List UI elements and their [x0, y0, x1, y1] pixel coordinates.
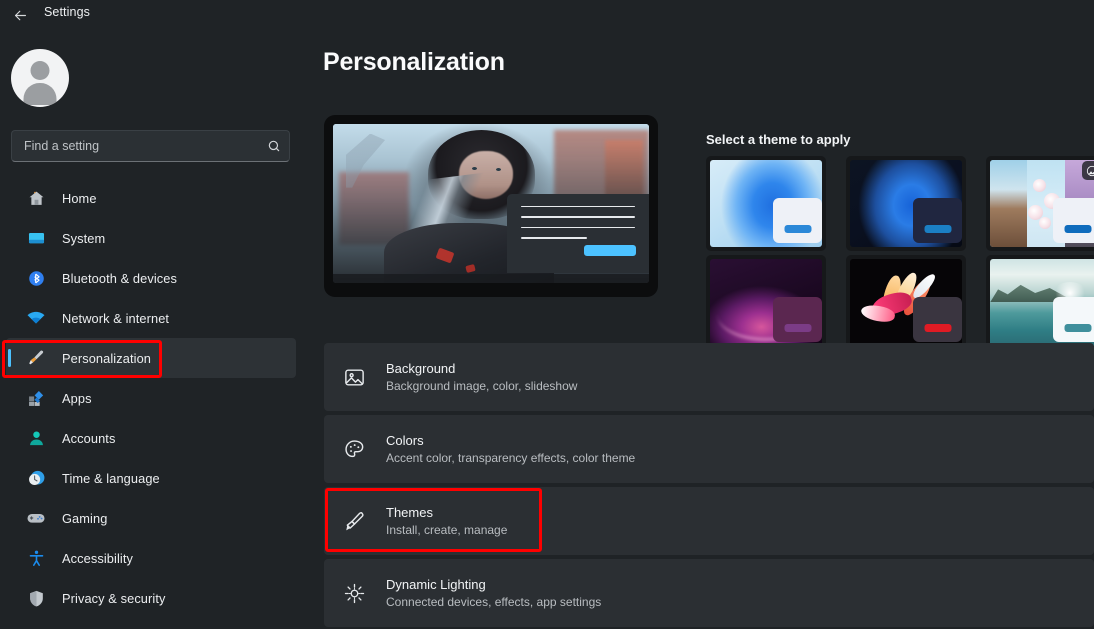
sparkle-icon	[340, 579, 368, 607]
palette-icon	[340, 435, 368, 463]
theme-window-preview	[1053, 198, 1094, 243]
sidebar-item-bluetooth[interactable]: Bluetooth & devices	[6, 258, 296, 298]
preview-accent-button	[584, 245, 636, 257]
avatar-head	[30, 61, 50, 80]
bluetooth-icon	[24, 266, 48, 290]
settings-row-title: Colors	[386, 433, 424, 448]
sidebar-item-label: Accessibility	[62, 550, 133, 566]
wallpaper-character-eye-left	[472, 166, 478, 170]
paintbrush-icon	[340, 507, 368, 535]
theme-card-captured-motion[interactable]	[986, 156, 1094, 251]
preview-line	[520, 237, 588, 239]
theme-card-glow[interactable]	[706, 255, 826, 350]
preview-line	[520, 205, 635, 208]
theme-window-preview	[773, 297, 822, 342]
title-bar: Settings	[0, 0, 1094, 30]
sidebar-item-label: Home	[62, 190, 97, 206]
clock-icon	[24, 466, 48, 490]
sidebar-item-apps[interactable]: Apps	[6, 378, 296, 418]
search-box[interactable]	[11, 130, 290, 162]
settings-row-themes[interactable]: Themes Install, create, manage	[324, 487, 1094, 555]
preview-wallpaper	[333, 124, 649, 283]
settings-row-subtitle: Background image, color, slideshow	[386, 379, 578, 393]
settings-row-subtitle: Install, create, manage	[386, 523, 508, 537]
picture-badge-icon	[1082, 161, 1094, 180]
theme-accent-pill	[1064, 324, 1091, 332]
theme-card-windows-dark[interactable]	[846, 156, 966, 251]
search-icon[interactable]	[259, 139, 289, 153]
settings-rows: Background Background image, color, slid…	[324, 343, 1094, 629]
theme-window-preview	[913, 297, 962, 342]
theme-card-sunrise[interactable]	[986, 255, 1094, 350]
desktop-preview-monitor	[324, 115, 658, 297]
sidebar-item-label: Accounts	[62, 430, 116, 446]
back-arrow-icon[interactable]	[8, 3, 32, 27]
page-title: Personalization	[323, 48, 505, 76]
blossom	[1032, 179, 1046, 193]
theme-grid	[706, 156, 1094, 350]
sidebar-item-network[interactable]: Network & internet	[6, 298, 296, 338]
sidebar-item-label: Time & language	[62, 470, 160, 486]
sidebar-item-label: System	[62, 230, 106, 246]
paintbrush-icon	[24, 346, 48, 370]
preview-line	[520, 216, 635, 218]
settings-row-colors[interactable]: Colors Accent color, transparency effect…	[324, 415, 1094, 483]
theme-slide-1	[990, 160, 1028, 247]
preview-taskbar	[333, 274, 649, 283]
accessibility-icon	[24, 546, 48, 570]
theme-window-preview	[773, 198, 822, 243]
picture-icon	[340, 363, 368, 391]
sidebar: Home System Bluetooth	[0, 30, 310, 629]
sidebar-item-personalization[interactable]: Personalization	[6, 338, 296, 378]
settings-row-background[interactable]: Background Background image, color, slid…	[324, 343, 1094, 411]
settings-row-dynamic-lighting[interactable]: Dynamic Lighting Connected devices, effe…	[324, 559, 1094, 627]
sidebar-item-accounts[interactable]: Accounts	[6, 418, 296, 458]
theme-accent-pill	[924, 324, 951, 332]
apps-icon	[24, 386, 48, 410]
settings-row-title: Dynamic Lighting	[386, 577, 486, 592]
sidebar-item-system[interactable]: System	[6, 218, 296, 258]
theme-window-preview	[1053, 297, 1094, 342]
settings-row-title: Themes	[386, 505, 433, 520]
sidebar-item-accessibility[interactable]: Accessibility	[6, 538, 296, 578]
preview-line	[520, 226, 635, 229]
settings-row-subtitle: Connected devices, effects, app settings	[386, 595, 602, 609]
sidebar-item-label: Network & internet	[62, 310, 170, 326]
preview-window-card	[506, 193, 649, 274]
system-icon	[24, 226, 48, 250]
sidebar-nav: Home System Bluetooth & devices Network …	[6, 178, 296, 618]
avatar-body	[23, 83, 57, 105]
theme-accent-pill	[924, 225, 951, 233]
main-content: Personalization Select a theme to apply …	[310, 30, 1094, 629]
gamepad-icon	[24, 506, 48, 530]
sidebar-item-privacy-security[interactable]: Privacy & security	[6, 578, 296, 618]
sidebar-item-label: Bluetooth & devices	[62, 270, 178, 286]
theme-accent-pill	[784, 324, 811, 332]
home-icon	[24, 186, 48, 210]
sidebar-item-label: Gaming	[62, 510, 108, 526]
sidebar-item-time-language[interactable]: Time & language	[6, 458, 296, 498]
accounts-icon	[24, 426, 48, 450]
settings-row-subtitle: Accent color, transparency effects, colo…	[386, 451, 636, 465]
theme-accent-pill	[1064, 225, 1091, 233]
theme-card-flow[interactable]	[846, 255, 966, 350]
sidebar-item-label: Apps	[62, 390, 92, 406]
sidebar-item-label: Personalization	[62, 350, 151, 366]
sidebar-item-home[interactable]: Home	[6, 178, 296, 218]
shield-icon	[24, 586, 48, 610]
window-title: Settings	[44, 5, 90, 19]
sidebar-item-gaming[interactable]: Gaming	[6, 498, 296, 538]
settings-row-title: Background	[386, 361, 456, 376]
settings-window: Settings Find a setting Home System Blue…	[0, 0, 1094, 629]
theme-card-windows-light[interactable]	[706, 156, 826, 251]
search-input[interactable]	[12, 139, 259, 153]
wifi-icon	[24, 306, 48, 330]
sidebar-item-label: Privacy & security	[62, 590, 166, 606]
theme-window-preview	[913, 198, 962, 243]
theme-picker-heading: Select a theme to apply	[706, 132, 851, 147]
theme-accent-pill	[784, 225, 811, 233]
avatar[interactable]	[11, 49, 69, 107]
